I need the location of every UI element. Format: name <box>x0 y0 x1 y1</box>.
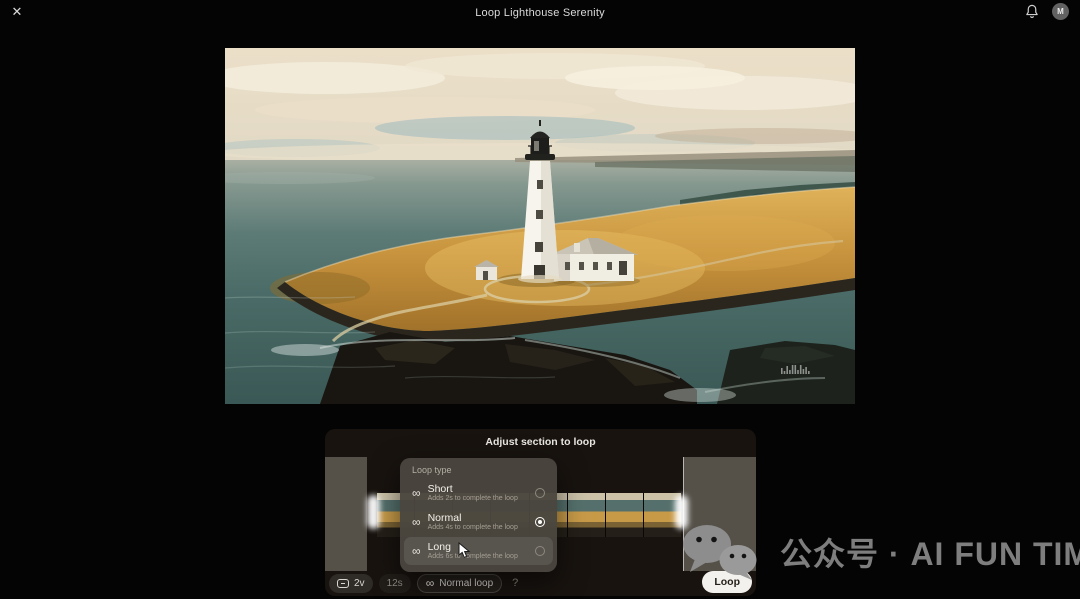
app-window: ✕ Loop Lighthouse Serenity M <box>0 0 1080 599</box>
radio-icon[interactable] <box>535 546 545 556</box>
radio-selected-icon[interactable] <box>535 517 545 527</box>
filmstrip-frame <box>568 493 605 537</box>
option-description: Adds 4s to complete the loop <box>428 524 518 532</box>
loop-type-option-normal[interactable]: ∞ Normal Adds 4s to complete the loop <box>404 508 553 536</box>
loop-icon: ∞ <box>412 516 421 528</box>
trim-mask-left <box>325 457 367 571</box>
option-name: Long <box>428 541 518 554</box>
help-button[interactable]: ? <box>512 577 518 589</box>
variations-button[interactable]: 2v <box>329 574 373 593</box>
trim-handle-left[interactable] <box>367 495 380 529</box>
notifications-icon[interactable] <box>1023 3 1041 21</box>
filmstrip-frame <box>606 493 643 537</box>
loop-type-button[interactable]: ∞ Normal loop <box>417 574 502 593</box>
video-preview[interactable] <box>225 48 855 404</box>
top-bar: ✕ Loop Lighthouse Serenity M <box>0 0 1080 26</box>
video-badge-icon <box>337 579 349 588</box>
avatar[interactable]: M <box>1052 3 1069 20</box>
menu-label: Loop type <box>400 458 557 478</box>
watermark-text: 公众号 · AI FUN TIMES <box>780 529 1080 575</box>
page-title: Loop Lighthouse Serenity <box>0 7 1080 19</box>
loop-type-menu: Loop type ∞ Short Adds 2s to complete th… <box>400 458 557 572</box>
duration-label: 12s <box>387 578 403 589</box>
loop-editor-panel: Adjust section to loop Loop type ∞ <box>325 429 756 596</box>
panel-title: Adjust section to loop <box>325 436 756 448</box>
radio-icon[interactable] <box>535 488 545 498</box>
panel-toolbar: 2v 12s ∞ Normal loop ? Loop <box>329 572 752 594</box>
loop-icon: ∞ <box>412 545 421 557</box>
option-name: Normal <box>428 512 518 525</box>
variations-label: 2v <box>354 578 365 589</box>
loop-type-label: Normal loop <box>439 578 493 589</box>
loop-type-option-long[interactable]: ∞ Long Adds 6s to complete the loop <box>404 537 553 565</box>
loop-type-option-short[interactable]: ∞ Short Adds 2s to complete the loop <box>404 479 553 507</box>
option-name: Short <box>428 483 518 496</box>
trim-handle-right[interactable] <box>675 495 688 529</box>
trim-mask-right <box>683 457 756 571</box>
option-description: Adds 6s to complete the loop <box>428 553 518 561</box>
option-description: Adds 2s to complete the loop <box>428 495 518 503</box>
loop-icon: ∞ <box>412 487 421 499</box>
loop-icon: ∞ <box>426 577 435 589</box>
loop-submit-button[interactable]: Loop <box>702 571 752 593</box>
duration-button[interactable]: 12s <box>379 574 411 593</box>
video-frame <box>225 48 855 404</box>
